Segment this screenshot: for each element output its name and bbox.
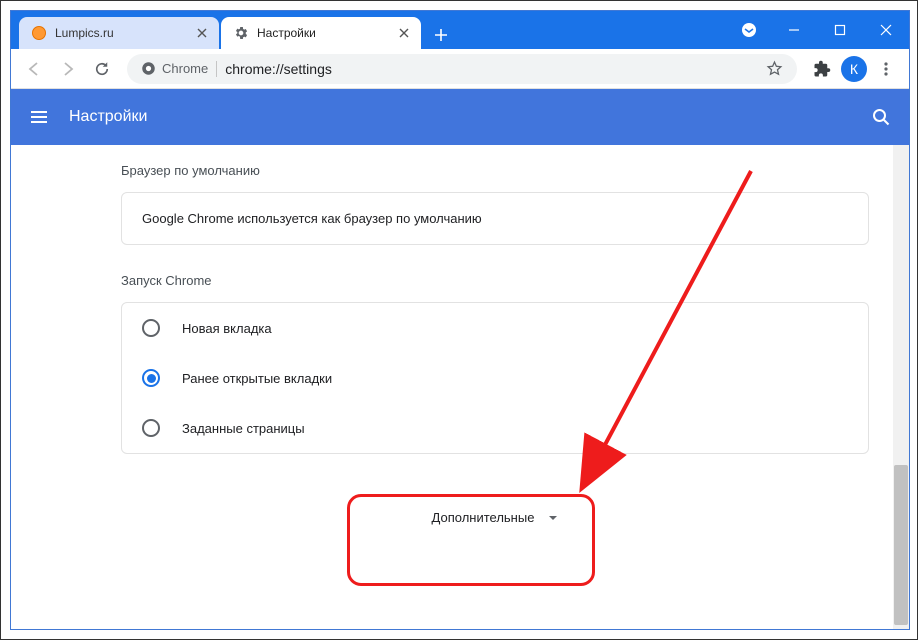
bookmark-star-icon[interactable] [766, 60, 783, 77]
titlebar: Lumpics.ru Настройки [11, 11, 909, 49]
extensions-button[interactable] [807, 54, 837, 84]
orange-circle-icon [31, 25, 47, 41]
radio-label: Ранее открытые вкладки [182, 371, 332, 386]
startup-option-continue[interactable]: Ранее открытые вкладки [122, 353, 868, 403]
radio-label: Новая вкладка [182, 321, 272, 336]
tab-settings[interactable]: Настройки [221, 17, 421, 49]
gear-icon [233, 25, 249, 41]
site-info-button[interactable]: Chrome [141, 61, 208, 76]
tab-title: Lumpics.ru [55, 26, 195, 40]
close-window-button[interactable] [863, 11, 909, 49]
forward-button[interactable] [53, 54, 83, 84]
reload-button[interactable] [87, 54, 117, 84]
divider [216, 61, 217, 77]
url-text: chrome://settings [225, 61, 332, 77]
tab-strip: Lumpics.ru Настройки [11, 11, 735, 49]
security-label: Chrome [162, 61, 208, 76]
chevron-down-icon [548, 513, 558, 523]
maximize-button[interactable] [817, 11, 863, 49]
menu-button[interactable] [871, 54, 901, 84]
on-startup-card: Новая вкладка Ранее открытые вкладки Зад… [121, 302, 869, 454]
radio-icon [142, 419, 160, 437]
startup-option-specific[interactable]: Заданные страницы [122, 403, 868, 453]
search-icon[interactable] [871, 107, 891, 127]
close-icon[interactable] [397, 26, 411, 40]
chrome-product-icon [141, 61, 156, 76]
tab-lumpics[interactable]: Lumpics.ru [19, 17, 219, 49]
advanced-toggle[interactable]: Дополнительные [121, 482, 869, 553]
window-controls [735, 11, 909, 49]
default-browser-card: Google Chrome используется как браузер п… [121, 192, 869, 245]
radio-label: Заданные страницы [182, 421, 305, 436]
tab-search-icon[interactable] [735, 16, 763, 44]
settings-header: Настройки [11, 89, 909, 145]
toolbar: Chrome chrome://settings К [11, 49, 909, 89]
settings-content: Браузер по умолчанию Google Chrome испол… [11, 145, 909, 629]
radio-icon [142, 319, 160, 337]
startup-option-newtab[interactable]: Новая вкладка [122, 303, 868, 353]
minimize-button[interactable] [771, 11, 817, 49]
menu-icon[interactable] [29, 107, 49, 127]
profile-avatar[interactable]: К [841, 56, 867, 82]
tab-title: Настройки [257, 26, 397, 40]
new-tab-button[interactable] [427, 21, 455, 49]
on-startup-heading: Запуск Chrome [121, 273, 869, 288]
advanced-label: Дополнительные [432, 510, 535, 525]
address-bar[interactable]: Chrome chrome://settings [127, 54, 797, 84]
avatar-letter: К [850, 61, 858, 77]
default-browser-status: Google Chrome используется как браузер п… [122, 193, 868, 244]
page-title: Настройки [69, 108, 147, 126]
back-button[interactable] [19, 54, 49, 84]
radio-icon [142, 369, 160, 387]
close-icon[interactable] [195, 26, 209, 40]
default-browser-heading: Браузер по умолчанию [121, 163, 869, 178]
